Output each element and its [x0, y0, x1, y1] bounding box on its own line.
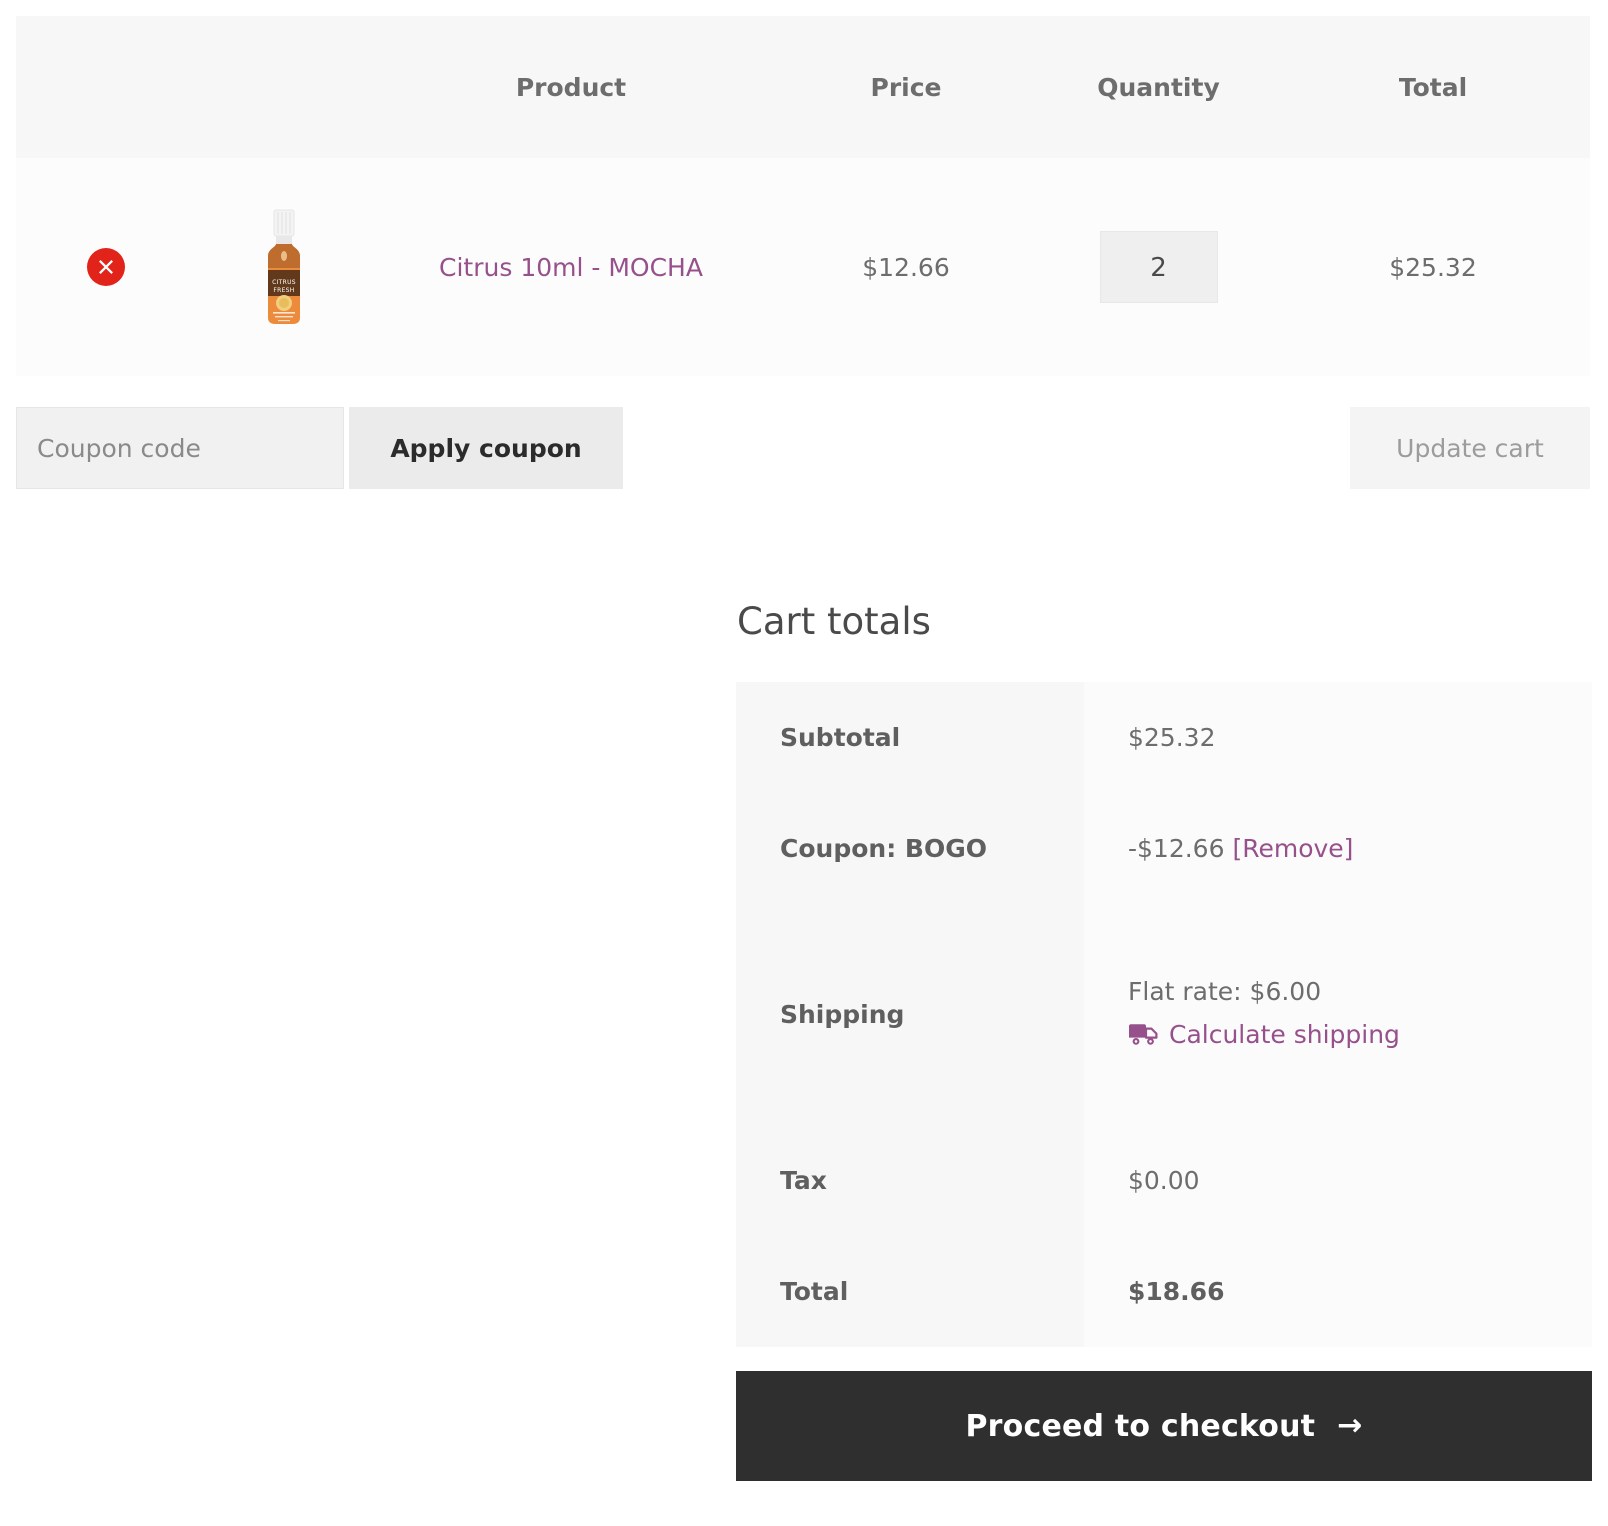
product-name-link[interactable]: Citrus 10ml - MOCHA — [439, 253, 703, 282]
cart-cell-remove — [16, 158, 196, 376]
cart-header-row: Product Price Quantity Total — [16, 16, 1590, 158]
totals-value-shipping: Flat rate: $6.00 Calculate shipping — [1084, 904, 1592, 1126]
totals-row-subtotal: Subtotal $25.32 — [736, 682, 1592, 794]
remove-circle-icon[interactable] — [87, 248, 125, 286]
totals-label-subtotal: Subtotal — [736, 682, 1084, 794]
cart-cell-line-total: $25.32 — [1276, 158, 1590, 376]
apply-coupon-button[interactable]: Apply coupon — [349, 407, 623, 489]
cart-table-head: Product Price Quantity Total — [16, 16, 1590, 158]
svg-text:FRESH: FRESH — [273, 287, 294, 294]
totals-value-tax: $0.00 — [1084, 1125, 1592, 1237]
truck-icon — [1128, 1023, 1158, 1046]
cart-header-price: Price — [771, 16, 1041, 158]
remove-coupon-link[interactable]: [Remove] — [1232, 834, 1353, 863]
cart-header-quantity: Quantity — [1041, 16, 1276, 158]
totals-label-shipping: Shipping — [736, 904, 1084, 1126]
totals-value-total: $18.66 — [1084, 1236, 1592, 1348]
cart-table-body: CITRUS FRESH Citrus 10ml - MOCHA $12.66 … — [16, 158, 1590, 376]
table-row: CITRUS FRESH Citrus 10ml - MOCHA $12.66 … — [16, 158, 1590, 376]
shipping-method-text: Flat rate: $6.00 — [1128, 977, 1322, 1007]
totals-value-coupon: -$12.66 [Remove] — [1084, 793, 1592, 905]
totals-row-coupon: Coupon: BOGO -$12.66 [Remove] — [736, 793, 1592, 905]
totals-value-subtotal: $25.32 — [1084, 682, 1592, 794]
update-cart-button[interactable]: Update cart — [1350, 407, 1590, 489]
cart-totals-table: Subtotal $25.32 Coupon: BOGO -$12.66 [Re… — [736, 682, 1592, 1348]
cart-cell-price: $12.66 — [771, 158, 1041, 376]
totals-label-tax: Tax — [736, 1125, 1084, 1237]
cart-cell-thumbnail: CITRUS FRESH — [196, 158, 371, 376]
checkout-label: Proceed to checkout — [965, 1408, 1316, 1444]
cart-header-total: Total — [1276, 16, 1590, 158]
calculate-shipping-link[interactable]: Calculate shipping — [1128, 1020, 1400, 1049]
arrow-right-icon: → — [1337, 1408, 1363, 1443]
cart-page: Product Price Quantity Total CITRUS FRES… — [0, 0, 1608, 1526]
coupon-code-input[interactable] — [16, 407, 344, 489]
totals-row-tax: Tax $0.00 — [736, 1125, 1592, 1237]
proceed-to-checkout-button[interactable]: Proceed to checkout → — [736, 1371, 1592, 1481]
cart-header-thumbnail — [196, 16, 371, 158]
cart-header-product: Product — [371, 16, 771, 158]
totals-label-total: Total — [736, 1236, 1084, 1348]
svg-text:CITRUS: CITRUS — [272, 279, 296, 286]
totals-row-shipping: Shipping Flat rate: $6.00 Calculate ship… — [736, 904, 1592, 1126]
cart-actions-row: Apply coupon Update cart — [16, 407, 1590, 489]
cart-cell-quantity: 2 — [1041, 158, 1276, 376]
totals-label-coupon: Coupon: BOGO — [736, 793, 1084, 905]
coupon-discount-amount: -$12.66 — [1128, 834, 1225, 864]
totals-row-total: Total $18.66 — [736, 1236, 1592, 1348]
calculate-shipping-label: Calculate shipping — [1169, 1020, 1400, 1050]
cart-cell-product-name: Citrus 10ml - MOCHA — [371, 158, 771, 376]
quantity-input[interactable]: 2 — [1099, 231, 1218, 303]
cart-header-remove — [16, 16, 196, 158]
cart-totals-title: Cart totals — [737, 600, 931, 643]
shop-cart-table: Product Price Quantity Total CITRUS FRES… — [16, 16, 1590, 376]
cart-totals-panel: Cart totals Subtotal $25.32 Coupon: BOGO… — [736, 600, 1592, 1348]
product-thumbnail[interactable]: CITRUS FRESH — [229, 208, 339, 326]
